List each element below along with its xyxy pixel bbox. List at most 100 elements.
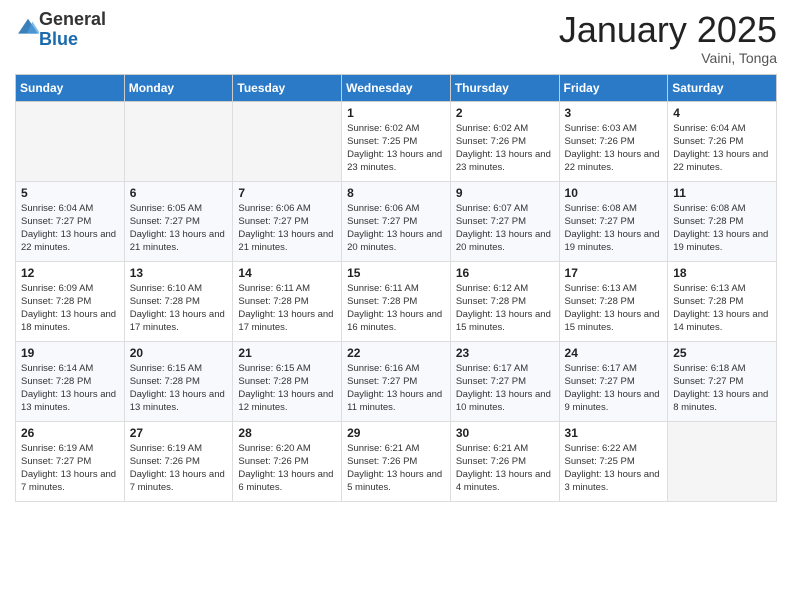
day-info: Sunrise: 6:20 AMSunset: 7:26 PMDaylight:… <box>238 442 336 495</box>
calendar-cell: 29 Sunrise: 6:21 AMSunset: 7:26 PMDayligh… <box>342 421 451 501</box>
calendar-cell: 24 Sunrise: 6:17 AMSunset: 7:27 PMDayligh… <box>559 341 668 421</box>
day-header-tuesday: Tuesday <box>233 74 342 101</box>
calendar-week-2: 5 Sunrise: 6:04 AMSunset: 7:27 PMDaylight… <box>16 181 777 261</box>
calendar-cell: 8Sunrise: 6:06 AMSunset: 7:27 PMDaylight… <box>342 181 451 261</box>
calendar-cell: 5 Sunrise: 6:04 AMSunset: 7:27 PMDaylight… <box>16 181 125 261</box>
day-info: Sunrise: 6:09 AMSunset: 7:28 PMDaylight:… <box>21 282 119 335</box>
day-number: 3 <box>565 106 663 120</box>
calendar-cell: 22Sunrise: 6:16 AMSunset: 7:27 PMDayligh… <box>342 341 451 421</box>
day-info: Sunrise: 6:21 AMSunset: 7:26 PMDaylight:… <box>347 442 445 495</box>
calendar-cell: 30 Sunrise: 6:21 AMSunset: 7:26 PMDayligh… <box>450 421 559 501</box>
day-info: Sunrise: 6:06 AMSunset: 7:27 PMDaylight:… <box>238 202 336 255</box>
day-header-monday: Monday <box>124 74 233 101</box>
calendar-cell: 16 Sunrise: 6:12 AMSunset: 7:28 PMDayligh… <box>450 261 559 341</box>
calendar-week-3: 12 Sunrise: 6:09 AMSunset: 7:28 PMDayligh… <box>16 261 777 341</box>
calendar-cell <box>668 421 777 501</box>
day-info: Sunrise: 6:15 AMSunset: 7:28 PMDaylight:… <box>130 362 228 415</box>
month-title: January 2025 <box>559 10 777 50</box>
calendar-cell: 3 Sunrise: 6:03 AMSunset: 7:26 PMDaylight… <box>559 101 668 181</box>
day-number: 19 <box>21 346 119 360</box>
day-number: 6 <box>130 186 228 200</box>
day-number: 15 <box>347 266 445 280</box>
day-number: 10 <box>565 186 663 200</box>
day-info: Sunrise: 6:08 AMSunset: 7:27 PMDaylight:… <box>565 202 663 255</box>
day-header-sunday: Sunday <box>16 74 125 101</box>
page-header: General Blue January 2025 Vaini, Tonga <box>15 10 777 66</box>
day-number: 9 <box>456 186 554 200</box>
calendar-cell: 2Sunrise: 6:02 AMSunset: 7:26 PMDaylight… <box>450 101 559 181</box>
day-number: 8 <box>347 186 445 200</box>
calendar-cell: 7 Sunrise: 6:06 AMSunset: 7:27 PMDaylight… <box>233 181 342 261</box>
calendar-cell: 12 Sunrise: 6:09 AMSunset: 7:28 PMDayligh… <box>16 261 125 341</box>
day-header-wednesday: Wednesday <box>342 74 451 101</box>
day-info: Sunrise: 6:04 AMSunset: 7:26 PMDaylight:… <box>673 122 771 175</box>
day-number: 18 <box>673 266 771 280</box>
day-info: Sunrise: 6:17 AMSunset: 7:27 PMDaylight:… <box>565 362 663 415</box>
day-number: 26 <box>21 426 119 440</box>
day-number: 31 <box>565 426 663 440</box>
logo-general-text: General <box>39 9 106 29</box>
day-info: Sunrise: 6:04 AMSunset: 7:27 PMDaylight:… <box>21 202 119 255</box>
day-number: 20 <box>130 346 228 360</box>
calendar-cell: 19 Sunrise: 6:14 AMSunset: 7:28 PMDayligh… <box>16 341 125 421</box>
day-info: Sunrise: 6:21 AMSunset: 7:26 PMDaylight:… <box>456 442 554 495</box>
calendar-cell: 23 Sunrise: 6:17 AMSunset: 7:27 PMDayligh… <box>450 341 559 421</box>
logo-icon <box>17 16 39 38</box>
calendar-cell <box>233 101 342 181</box>
calendar-cell: 25 Sunrise: 6:18 AMSunset: 7:27 PMDayligh… <box>668 341 777 421</box>
calendar-cell: 27Sunrise: 6:19 AMSunset: 7:26 PMDayligh… <box>124 421 233 501</box>
day-info: Sunrise: 6:19 AMSunset: 7:27 PMDaylight:… <box>21 442 119 495</box>
day-number: 30 <box>456 426 554 440</box>
calendar-week-1: 1Sunrise: 6:02 AMSunset: 7:25 PMDaylight… <box>16 101 777 181</box>
logo: General Blue <box>15 10 106 50</box>
logo-blue-text: Blue <box>39 29 78 49</box>
calendar-cell: 31Sunrise: 6:22 AMSunset: 7:25 PMDayligh… <box>559 421 668 501</box>
day-number: 12 <box>21 266 119 280</box>
day-header-friday: Friday <box>559 74 668 101</box>
day-info: Sunrise: 6:11 AMSunset: 7:28 PMDaylight:… <box>347 282 445 335</box>
day-number: 4 <box>673 106 771 120</box>
day-info: Sunrise: 6:16 AMSunset: 7:27 PMDaylight:… <box>347 362 445 415</box>
calendar-table: SundayMondayTuesdayWednesdayThursdayFrid… <box>15 74 777 502</box>
calendar-cell: 10 Sunrise: 6:08 AMSunset: 7:27 PMDayligh… <box>559 181 668 261</box>
day-number: 1 <box>347 106 445 120</box>
calendar-cell: 14Sunrise: 6:11 AMSunset: 7:28 PMDayligh… <box>233 261 342 341</box>
day-header-thursday: Thursday <box>450 74 559 101</box>
day-number: 29 <box>347 426 445 440</box>
day-number: 5 <box>21 186 119 200</box>
day-info: Sunrise: 6:15 AMSunset: 7:28 PMDaylight:… <box>238 362 336 415</box>
calendar-cell <box>16 101 125 181</box>
day-number: 23 <box>456 346 554 360</box>
day-number: 14 <box>238 266 336 280</box>
calendar-cell <box>124 101 233 181</box>
day-info: Sunrise: 6:03 AMSunset: 7:26 PMDaylight:… <box>565 122 663 175</box>
day-info: Sunrise: 6:17 AMSunset: 7:27 PMDaylight:… <box>456 362 554 415</box>
day-info: Sunrise: 6:12 AMSunset: 7:28 PMDaylight:… <box>456 282 554 335</box>
calendar-week-5: 26 Sunrise: 6:19 AMSunset: 7:27 PMDayligh… <box>16 421 777 501</box>
calendar-cell: 9Sunrise: 6:07 AMSunset: 7:27 PMDaylight… <box>450 181 559 261</box>
day-number: 25 <box>673 346 771 360</box>
day-number: 7 <box>238 186 336 200</box>
day-header-saturday: Saturday <box>668 74 777 101</box>
day-info: Sunrise: 6:13 AMSunset: 7:28 PMDaylight:… <box>673 282 771 335</box>
day-info: Sunrise: 6:05 AMSunset: 7:27 PMDaylight:… <box>130 202 228 255</box>
day-number: 2 <box>456 106 554 120</box>
day-info: Sunrise: 6:14 AMSunset: 7:28 PMDaylight:… <box>21 362 119 415</box>
calendar-cell: 28Sunrise: 6:20 AMSunset: 7:26 PMDayligh… <box>233 421 342 501</box>
day-info: Sunrise: 6:19 AMSunset: 7:26 PMDaylight:… <box>130 442 228 495</box>
day-info: Sunrise: 6:10 AMSunset: 7:28 PMDaylight:… <box>130 282 228 335</box>
calendar-cell: 6 Sunrise: 6:05 AMSunset: 7:27 PMDaylight… <box>124 181 233 261</box>
title-block: January 2025 Vaini, Tonga <box>559 10 777 66</box>
calendar-cell: 1Sunrise: 6:02 AMSunset: 7:25 PMDaylight… <box>342 101 451 181</box>
calendar-cell: 11Sunrise: 6:08 AMSunset: 7:28 PMDayligh… <box>668 181 777 261</box>
day-info: Sunrise: 6:13 AMSunset: 7:28 PMDaylight:… <box>565 282 663 335</box>
calendar-cell: 17 Sunrise: 6:13 AMSunset: 7:28 PMDayligh… <box>559 261 668 341</box>
day-info: Sunrise: 6:18 AMSunset: 7:27 PMDaylight:… <box>673 362 771 415</box>
day-number: 24 <box>565 346 663 360</box>
calendar-cell: 13Sunrise: 6:10 AMSunset: 7:28 PMDayligh… <box>124 261 233 341</box>
calendar-week-4: 19 Sunrise: 6:14 AMSunset: 7:28 PMDayligh… <box>16 341 777 421</box>
day-number: 16 <box>456 266 554 280</box>
calendar-cell: 15 Sunrise: 6:11 AMSunset: 7:28 PMDayligh… <box>342 261 451 341</box>
location: Vaini, Tonga <box>559 50 777 66</box>
day-number: 17 <box>565 266 663 280</box>
